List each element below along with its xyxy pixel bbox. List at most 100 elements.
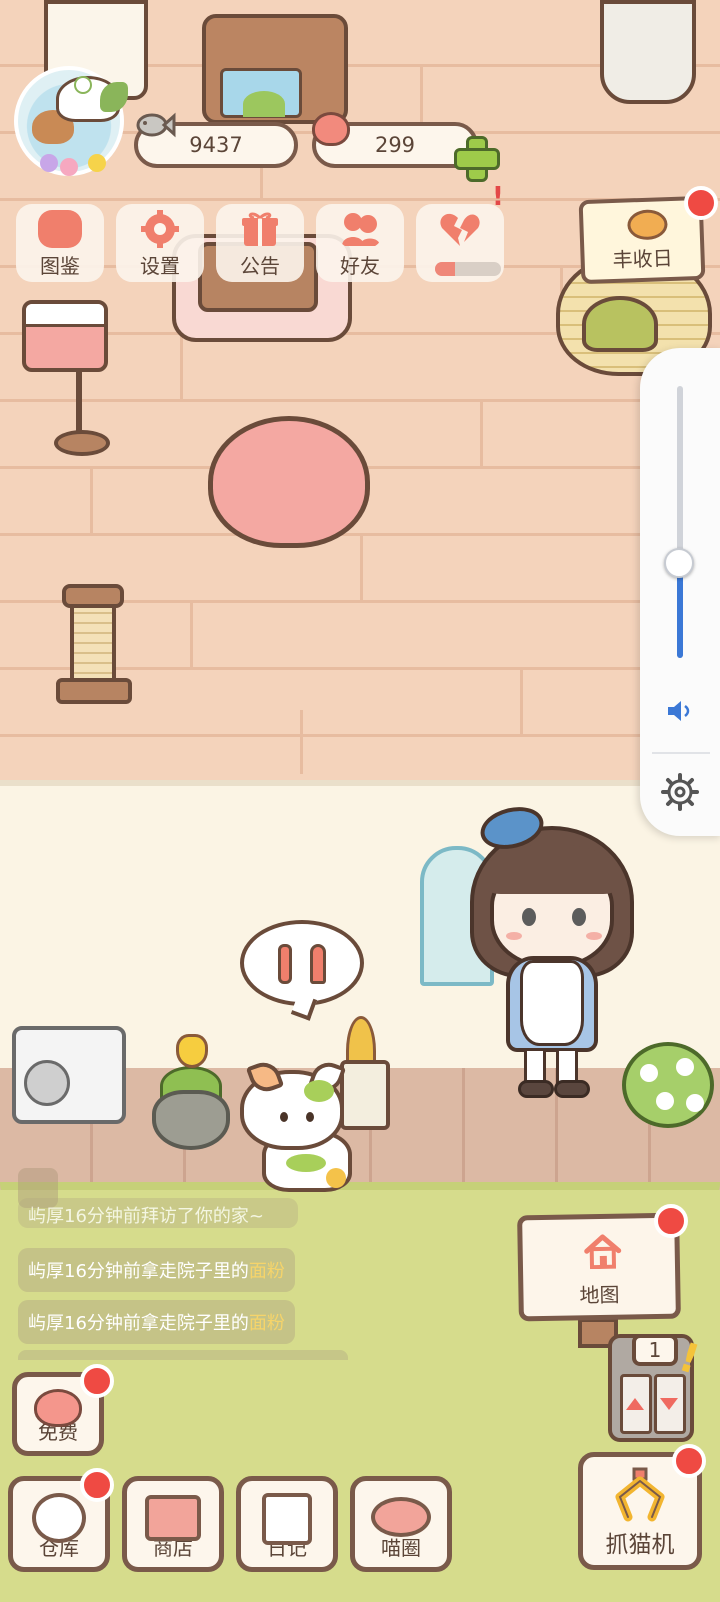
harvest-day-label: 丰收日 [612, 245, 674, 273]
feed-item-highlight: 面粉 [248, 1313, 285, 1334]
feed-message-stub [18, 1350, 348, 1360]
broken-heart-icon [440, 213, 480, 246]
feed-message-partial: 屿厚16分钟前拜访了你的家~ [18, 1198, 298, 1228]
claw-icon [615, 1467, 665, 1522]
white-flower-icon [686, 1094, 704, 1112]
feed-message-text: 屿厚16分钟前拿走院子里的 [28, 1261, 249, 1282]
shop-button[interactable]: 商店 [122, 1476, 224, 1572]
heart-progress-fill [435, 262, 455, 276]
food-request-bubble[interactable] [240, 920, 364, 1006]
player-avatar[interactable] [14, 66, 128, 176]
girl-cheek [586, 932, 602, 940]
scratch-post-cap [62, 584, 124, 608]
fork-icon [278, 944, 292, 984]
scratch-post-rope [70, 600, 116, 690]
cat-spot [304, 1080, 334, 1102]
scratch-post-base [56, 678, 132, 704]
white-flower-icon [640, 1064, 658, 1082]
floor-plank-seam [520, 670, 523, 734]
white-flower-icon [676, 1058, 694, 1076]
storage-basket-icon [32, 1493, 86, 1543]
friends-button[interactable]: 好友 [316, 204, 404, 282]
knife-icon [310, 944, 326, 984]
alert-exclamation-icon: ! [492, 182, 504, 212]
cat-head [240, 1057, 347, 1150]
claw-machine-notification-dot [672, 1444, 706, 1478]
map-label: 地图 [579, 1282, 620, 1308]
tv-screen [220, 68, 302, 118]
tulip-flower [176, 1034, 208, 1068]
sound-settings-gear-icon[interactable] [660, 772, 700, 812]
harvest-notification-dot [684, 186, 718, 220]
diary-book-icon [262, 1493, 312, 1545]
girl-shoe [518, 1080, 554, 1098]
cat-spot [326, 1168, 346, 1188]
player-girl-character[interactable] [462, 800, 642, 1104]
flower-icon [40, 154, 58, 172]
volume-divider [652, 752, 710, 754]
volume-panel [640, 348, 720, 836]
fish-icon [136, 112, 176, 138]
tower-fan[interactable] [600, 0, 696, 104]
free-notification-dot [80, 1364, 114, 1398]
settings-button[interactable]: 设置 [116, 204, 204, 282]
girl-eye [522, 908, 536, 926]
elevator-floor-number: 1 [632, 1334, 678, 1366]
girl-bangs [488, 844, 616, 894]
cat-bed-opening [582, 296, 658, 352]
feed-message-text: 屿厚16分钟前拜访了你的家~ [28, 1206, 264, 1227]
floor-plank-seam [360, 536, 363, 600]
arrow-down-icon [660, 1398, 678, 1410]
flower-icon [74, 76, 92, 94]
ac-fan-icon [24, 1060, 70, 1106]
arrow-up-icon [626, 1398, 644, 1410]
girl-eye [572, 908, 586, 926]
cat-planet-icon [371, 1497, 431, 1537]
speaker-icon[interactable] [666, 698, 696, 724]
volume-slider-thumb[interactable] [664, 547, 694, 578]
girl-cheek [506, 932, 522, 940]
warehouse-notification-dot [80, 1468, 114, 1502]
hill-picture [243, 91, 285, 117]
friends-label: 好友 [340, 254, 380, 278]
collection-label: 图鉴 [40, 254, 80, 278]
air-conditioner-unit[interactable] [12, 1026, 126, 1124]
calendar-board[interactable] [22, 300, 108, 372]
cat-scratch-post[interactable] [56, 584, 132, 704]
floor-plank-seam [300, 710, 303, 774]
feed-message: 屿厚16分钟前拿走院子里的 面粉 [18, 1300, 295, 1344]
feed-item-highlight: 面粉 [248, 1261, 285, 1282]
cat-face-icon [38, 210, 82, 248]
paint-apron [520, 960, 584, 1046]
shop-stall-icon [145, 1495, 201, 1541]
calico-cat[interactable] [240, 1057, 360, 1200]
fish-coin-value: 9437 [189, 133, 243, 157]
stand-base [54, 430, 110, 456]
girl-shoe [554, 1080, 590, 1098]
house-icon [584, 1234, 622, 1270]
floor-plank-seam [180, 335, 183, 399]
claw-machine-label: 抓猫机 [605, 1532, 675, 1558]
map-notification-dot [654, 1204, 688, 1238]
floor-plank-seam [90, 469, 93, 533]
gift-icon [242, 212, 278, 246]
retro-tv[interactable] [202, 14, 348, 124]
heart-progress-bar [435, 262, 501, 276]
collection-button[interactable]: 图鉴 [16, 204, 104, 282]
diary-button[interactable]: 日记 [236, 1476, 338, 1572]
heart-value: 299 [374, 133, 416, 157]
pumpkin-icon [626, 209, 668, 241]
friends-icon [342, 213, 380, 246]
add-hearts-button[interactable] [452, 134, 500, 182]
cat-spot [286, 1154, 326, 1172]
volume-slider[interactable] [677, 386, 683, 658]
pink-beanbag[interactable] [208, 416, 370, 548]
meow-circle-button[interactable]: 喵圈 [350, 1476, 452, 1572]
announcement-button[interactable]: 公告 [216, 204, 304, 282]
floor-plank-seam [480, 402, 483, 466]
white-flower-icon [656, 1092, 674, 1110]
flower-icon [88, 154, 106, 172]
heart-icon [312, 112, 350, 146]
stone-plant-pot[interactable] [152, 1090, 230, 1150]
feed-message-text: 屿厚16分钟前拿走院子里的 [28, 1313, 249, 1334]
